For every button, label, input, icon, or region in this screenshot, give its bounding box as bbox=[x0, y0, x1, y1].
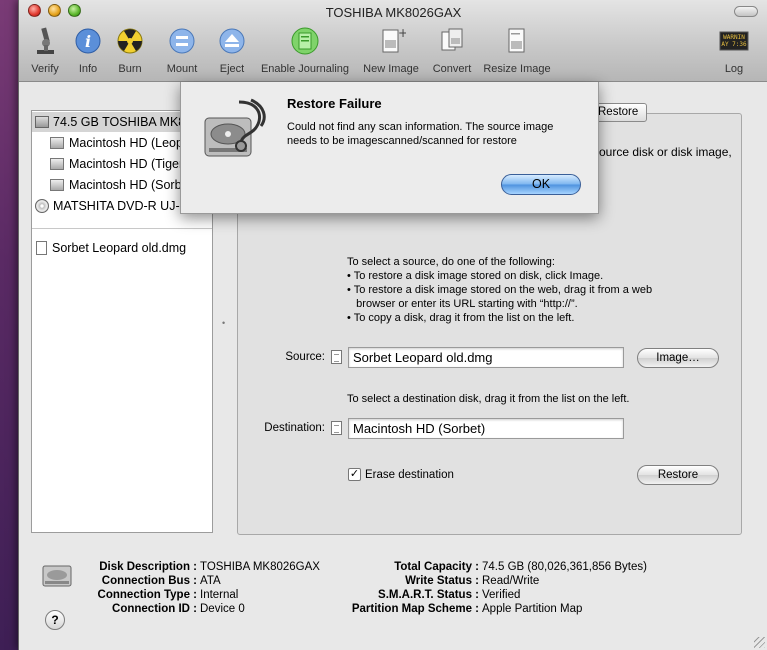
resize-image-button[interactable]: Resize Image bbox=[481, 26, 553, 80]
convert-button[interactable]: Convert bbox=[429, 26, 475, 80]
connection-bus-value: ATA bbox=[200, 575, 221, 587]
document-icon bbox=[331, 421, 342, 435]
ok-button[interactable]: OK bbox=[501, 174, 581, 195]
connection-type-value: Internal bbox=[200, 589, 239, 601]
source-field[interactable]: Sorbet Leopard old.dmg bbox=[348, 347, 624, 368]
source-instruction-1: • To restore a disk image stored on disk… bbox=[347, 270, 604, 282]
partition-map-value: Apple Partition Map bbox=[482, 603, 583, 615]
optical-disc-icon bbox=[35, 199, 49, 213]
hard-disk-icon bbox=[35, 116, 49, 128]
sidebar-item-dmg[interactable]: Sorbet Leopard old.dmg bbox=[32, 238, 212, 258]
enable-journaling-button[interactable]: Enable Journaling bbox=[258, 26, 352, 80]
smart-status-value: Verified bbox=[482, 589, 521, 601]
eject-button[interactable]: Eject bbox=[215, 26, 249, 80]
sidebar-divider bbox=[32, 228, 212, 229]
document-icon bbox=[331, 350, 342, 364]
restore-failure-alert: Restore Failure Could not find any scan … bbox=[180, 82, 599, 214]
window-title: TOSHIBA MK8026GAX bbox=[325, 5, 462, 20]
disk-utility-window: TOSHIBA MK8026GAX Verify i Info Burn Mou… bbox=[18, 0, 767, 650]
console-icon: WARNIN AY 7:36 bbox=[719, 31, 749, 51]
svg-text:AY 7:36: AY 7:36 bbox=[721, 41, 747, 48]
split-view-handle[interactable]: • bbox=[222, 318, 225, 328]
disk-info-left-keys: Disk Description : Connection Bus : Conn… bbox=[97, 561, 197, 615]
disk-info-right-keys: Total Capacity : Write Status : S.M.A.R.… bbox=[351, 561, 479, 615]
erase-destination-checkbox[interactable]: ✓ bbox=[348, 468, 361, 481]
verify-button[interactable]: Verify bbox=[25, 26, 65, 80]
resize-grip[interactable] bbox=[754, 637, 765, 648]
info-button[interactable]: i Info bbox=[71, 26, 105, 80]
svg-text:i: i bbox=[85, 32, 91, 51]
source-label: Source: bbox=[285, 351, 325, 363]
alert-title: Restore Failure bbox=[287, 96, 382, 111]
mount-button[interactable]: Mount bbox=[162, 26, 202, 80]
total-capacity-value: 74.5 GB (80,026,361,856 Bytes) bbox=[482, 561, 647, 573]
volume-icon bbox=[50, 179, 64, 191]
convert-icon bbox=[441, 28, 463, 51]
new-image-button[interactable]: + New Image bbox=[361, 26, 421, 80]
burn-button[interactable]: Burn bbox=[113, 26, 147, 80]
info-icon: i bbox=[75, 28, 101, 54]
volume-icon bbox=[50, 158, 64, 170]
mount-icon bbox=[169, 28, 195, 54]
svg-text:+: + bbox=[398, 26, 406, 40]
image-button[interactable]: Image… bbox=[637, 348, 719, 368]
connection-id-value: Device 0 bbox=[200, 603, 245, 615]
disk-description-value: TOSHIBA MK8026GAX bbox=[200, 561, 320, 573]
disk-utility-icon bbox=[204, 98, 266, 157]
source-instruction-2b: browser or enter its URL starting with “… bbox=[347, 298, 578, 310]
help-button[interactable]: ? bbox=[45, 610, 65, 630]
erase-destination-label: Erase destination bbox=[365, 469, 454, 481]
destination-instructions: To select a destination disk, drag it fr… bbox=[347, 393, 630, 405]
svg-text:WARNIN: WARNIN bbox=[723, 34, 745, 41]
microscope-icon bbox=[37, 27, 54, 54]
write-status-value: Read/Write bbox=[482, 575, 540, 587]
source-instructions-title: To select a source, do one of the follow… bbox=[347, 256, 555, 268]
journal-icon bbox=[291, 27, 319, 55]
titlebar: TOSHIBA MK8026GAX Verify i Info Burn Mou… bbox=[19, 0, 767, 82]
destination-field[interactable]: Macintosh HD (Sorbet) bbox=[348, 418, 624, 439]
document-icon bbox=[36, 241, 47, 255]
source-instruction-2: • To restore a disk image stored on the … bbox=[347, 284, 653, 296]
source-instruction-3: • To copy a disk, drag it from the list … bbox=[347, 312, 575, 324]
toolbar-toggle-button[interactable] bbox=[734, 6, 758, 17]
new-image-icon: + bbox=[382, 26, 406, 53]
radiation-icon bbox=[117, 28, 143, 54]
eject-icon bbox=[219, 28, 245, 54]
restore-intro: ource disk or disk image, bbox=[599, 145, 732, 159]
alert-message: Could not find any scan information. The… bbox=[287, 121, 554, 147]
restore-button[interactable]: Restore bbox=[637, 465, 719, 485]
resize-image-icon bbox=[508, 28, 525, 53]
log-button[interactable]: WARNIN AY 7:36 Log bbox=[717, 26, 751, 80]
volume-icon bbox=[50, 137, 64, 149]
destination-label: Destination: bbox=[264, 422, 325, 434]
